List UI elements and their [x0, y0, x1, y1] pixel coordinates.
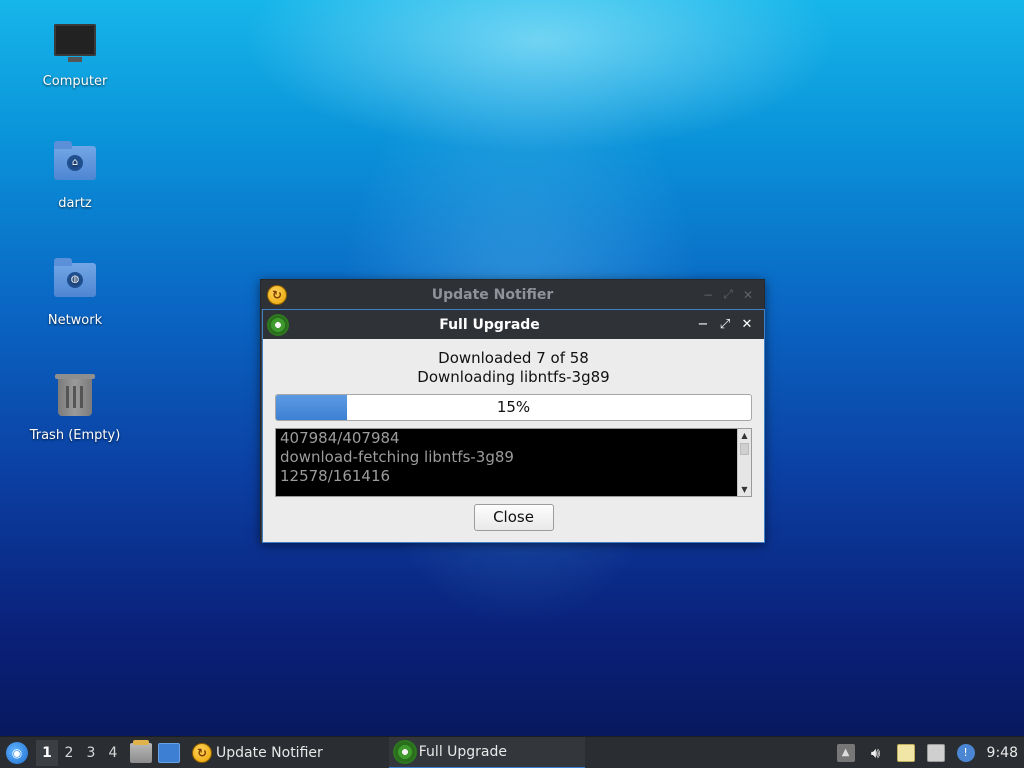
desktop-icon-network[interactable]: ◍ Network: [15, 257, 135, 328]
desktop-icon-trash[interactable]: Trash (Empty): [15, 374, 135, 443]
gear-icon: [394, 741, 415, 762]
maximize-button[interactable]: ⤢: [718, 287, 738, 302]
scroll-up-icon[interactable]: ▲: [738, 429, 751, 442]
workspace-4[interactable]: 4: [102, 740, 124, 766]
full-upgrade-dialog: Full Upgrade − ⤢ ✕ Downloaded 7 of 58 Do…: [262, 309, 765, 543]
task-label: Update Notifier: [216, 744, 323, 761]
download-package-text: Downloading libntfs-3g89: [417, 368, 610, 386]
log-lines: 407984/407984 download-fetching libntfs-…: [280, 429, 735, 486]
workspace-1[interactable]: 1: [36, 739, 58, 766]
network-folder-icon: ◍: [53, 258, 97, 307]
task-update-notifier[interactable]: ↻ Update Notifier: [186, 737, 329, 768]
taskbar: ◉ 1 2 3 4 ↻ Update Notifier Full Upgrade…: [0, 736, 1024, 768]
window-title: Update Notifier: [431, 286, 554, 303]
download-progress-bar: 15%: [275, 394, 752, 421]
desktop-icon-label: Computer: [42, 74, 108, 89]
clock[interactable]: 9:48: [987, 745, 1018, 761]
desktop-icon-label: Network: [47, 313, 103, 328]
clipboard-icon[interactable]: [896, 743, 915, 762]
volume-icon[interactable]: 🔊︎: [867, 744, 885, 762]
log-line: download-fetching libntfs-3g89: [280, 448, 514, 466]
update-notifier-icon: ↻: [192, 742, 212, 763]
update-notifier-titlebar[interactable]: ↻ Update Notifier − ⤢ ✕: [261, 280, 764, 309]
notification-icon[interactable]: !: [956, 743, 975, 762]
log-output[interactable]: 407984/407984 download-fetching libntfs-…: [275, 428, 752, 497]
show-desktop-icon[interactable]: [158, 742, 180, 763]
dialog-title: Full Upgrade: [439, 316, 540, 333]
computer-icon: [53, 24, 97, 68]
desktop-icon-home[interactable]: ⌂ dartz: [15, 140, 135, 211]
desktop-icon-label: Trash (Empty): [29, 428, 121, 443]
workspace-3[interactable]: 3: [80, 740, 102, 766]
system-tray: ▲ 🔊︎ ! 9:48: [831, 737, 1024, 768]
file-manager-icon[interactable]: [130, 739, 152, 763]
minimize-button[interactable]: −: [692, 317, 714, 332]
log-line: 407984/407984: [280, 429, 400, 447]
dialog-content: Downloaded 7 of 58 Downloading libntfs-3…: [263, 339, 764, 531]
network-icon[interactable]: [926, 743, 945, 762]
log-scrollbar[interactable]: ▲ ▼: [737, 429, 751, 496]
task-label: Full Upgrade: [418, 743, 508, 760]
maximize-button[interactable]: ⤢: [714, 317, 736, 332]
desktop-icon-computer[interactable]: Computer: [15, 22, 135, 89]
task-full-upgrade[interactable]: Full Upgrade: [388, 736, 585, 768]
scroll-down-icon[interactable]: ▼: [738, 483, 751, 496]
eject-icon[interactable]: ▲: [836, 743, 855, 762]
log-line: 12578/161416: [280, 467, 391, 485]
workspace-2[interactable]: 2: [58, 740, 80, 766]
home-folder-icon: ⌂: [53, 141, 97, 190]
close-button[interactable]: Close: [473, 504, 554, 531]
close-window-button[interactable]: ✕: [736, 317, 758, 332]
minimize-button[interactable]: −: [698, 288, 718, 302]
scroll-thumb[interactable]: [740, 443, 749, 455]
update-notifier-icon: ↻: [267, 284, 287, 305]
gear-icon: [269, 315, 287, 334]
full-upgrade-titlebar[interactable]: Full Upgrade − ⤢ ✕: [263, 310, 764, 339]
trash-icon: [53, 374, 97, 422]
download-count-text: Downloaded 7 of 58: [438, 349, 589, 367]
progress-label: 15%: [496, 398, 531, 416]
desktop-icon-label: dartz: [58, 196, 92, 211]
close-button[interactable]: ✕: [738, 288, 758, 302]
start-menu-icon[interactable]: ◉: [6, 741, 28, 764]
